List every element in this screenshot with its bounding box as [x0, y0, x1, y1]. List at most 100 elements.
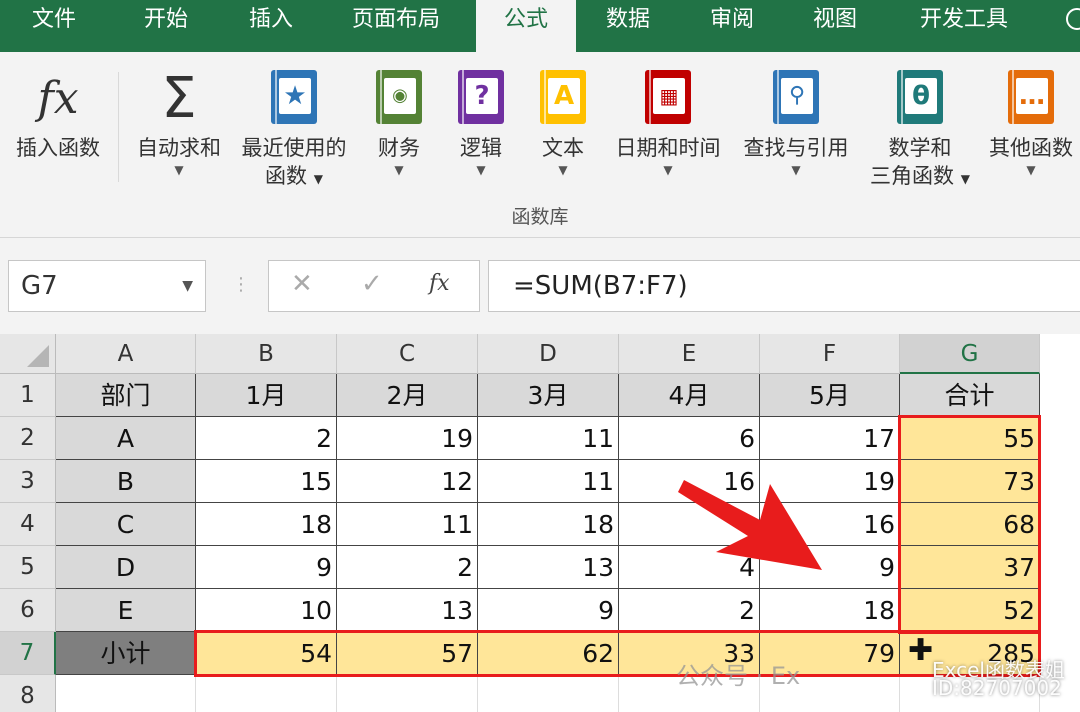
insert-function-button[interactable]: fx 插入函数 [8, 64, 108, 162]
row-header-5[interactable]: 5 [0, 546, 56, 589]
cell-f1[interactable]: 5月 [760, 374, 900, 417]
cell-b2[interactable]: 2 [196, 417, 337, 460]
cell-a4[interactable]: C [56, 503, 196, 546]
autosum-button[interactable]: Σ 自动求和 ▼ [128, 64, 230, 178]
column-header-b[interactable]: B [196, 334, 337, 374]
cell-g4[interactable]: 68 [900, 503, 1040, 546]
cell-d6[interactable]: 9 [478, 589, 619, 632]
cell-f6[interactable]: 18 [760, 589, 900, 632]
drag-handle-icon[interactable]: ⋮ [232, 274, 250, 295]
cell-c1[interactable]: 2月 [337, 374, 478, 417]
cell-d7[interactable]: 62 [478, 632, 619, 675]
lookup-reference-button[interactable]: ⚲ 查找与引用 ▼ [736, 64, 856, 178]
recently-used-button[interactable]: ★ 最近使用的 函数 ▼ [234, 64, 354, 193]
enter-icon[interactable]: ✓ [361, 269, 383, 299]
cell-a3[interactable]: B [56, 460, 196, 503]
cell-d2[interactable]: 11 [478, 417, 619, 460]
cell-g5[interactable]: 37 [900, 546, 1040, 589]
tab-developer[interactable]: 开发工具 [886, 0, 1042, 52]
row-header-8[interactable]: 8 [0, 675, 56, 712]
cell-d5[interactable]: 13 [478, 546, 619, 589]
cell-f4[interactable]: 16 [760, 503, 900, 546]
cell-a8[interactable] [56, 675, 196, 712]
row-header-3[interactable]: 3 [0, 460, 56, 503]
cell-e1[interactable]: 4月 [619, 374, 760, 417]
row-header-7[interactable]: 7 [0, 632, 56, 675]
date-time-button[interactable]: ▦ 日期和时间 ▼ [608, 64, 728, 178]
question-book-icon: ? [458, 70, 504, 124]
text-button[interactable]: A 文本 ▼ [532, 64, 594, 178]
cell-c7[interactable]: 57 [337, 632, 478, 675]
cell-c6[interactable]: 13 [337, 589, 478, 632]
financial-button[interactable]: ◉ 财务 ▼ [368, 64, 430, 178]
fx-icon: fx [37, 73, 79, 124]
cell-d3[interactable]: 11 [478, 460, 619, 503]
tab-home[interactable]: 开始 [108, 0, 224, 52]
select-all-corner[interactable] [0, 334, 56, 374]
worksheet-grid[interactable]: A B C D E F G 1 2 3 4 5 6 7 8 部门 1月 2月 3月 4月 5月 合计 A 2 19 11 6 17 55… [0, 334, 1080, 712]
cell-b4[interactable]: 18 [196, 503, 337, 546]
cell-a6[interactable]: E [56, 589, 196, 632]
cell-c2[interactable]: 19 [337, 417, 478, 460]
cell-f5[interactable]: 9 [760, 546, 900, 589]
cell-b1[interactable]: 1月 [196, 374, 337, 417]
fill-cursor-icon: ✚ [908, 633, 934, 668]
cell-d8[interactable] [478, 675, 619, 712]
cell-d4[interactable]: 18 [478, 503, 619, 546]
column-header-f[interactable]: F [760, 334, 900, 374]
chevron-down-icon[interactable]: ▼ [182, 261, 193, 311]
cell-e5[interactable]: 4 [619, 546, 760, 589]
cell-a1[interactable]: 部门 [56, 374, 196, 417]
cell-a5[interactable]: D [56, 546, 196, 589]
column-header-d[interactable]: D [478, 334, 619, 374]
formula-input[interactable]: =SUM(B7:F7) [488, 260, 1080, 312]
column-header-a[interactable]: A [56, 334, 196, 374]
column-header-c[interactable]: C [337, 334, 478, 374]
cell-g3[interactable]: 73 [900, 460, 1040, 503]
cell-e3[interactable]: 16 [619, 460, 760, 503]
insert-function-icon[interactable]: fx [429, 271, 450, 296]
tab-formulas[interactable]: 公式 [476, 0, 576, 52]
cell-b6[interactable]: 10 [196, 589, 337, 632]
row-header-2[interactable]: 2 [0, 417, 56, 460]
more-functions-button[interactable]: … 其他函数 ▼ [984, 64, 1078, 178]
tab-data[interactable]: 数据 [576, 0, 680, 52]
cell-c4[interactable]: 11 [337, 503, 478, 546]
cell-c8[interactable] [337, 675, 478, 712]
row-header-4[interactable]: 4 [0, 503, 56, 546]
row-header-6[interactable]: 6 [0, 589, 56, 632]
cell-a2[interactable]: A [56, 417, 196, 460]
tab-review[interactable]: 审阅 [680, 0, 784, 52]
more-functions-label: 其他函数 [989, 136, 1073, 160]
cell-b8[interactable] [196, 675, 337, 712]
cell-g6[interactable]: 52 [900, 589, 1040, 632]
cell-f2[interactable]: 17 [760, 417, 900, 460]
cell-b7[interactable]: 54 [196, 632, 337, 675]
math-trig-button[interactable]: θ 数学和 三角函数 ▼ [862, 64, 978, 193]
cell-f3[interactable]: 19 [760, 460, 900, 503]
cell-g1[interactable]: 合计 [900, 374, 1040, 417]
tab-file[interactable]: 文件 [0, 0, 108, 52]
tab-view[interactable]: 视图 [784, 0, 886, 52]
tell-me-icon[interactable] [1066, 8, 1080, 30]
cell-g2[interactable]: 55 [900, 417, 1040, 460]
tab-insert[interactable]: 插入 [224, 0, 318, 52]
row-header-1[interactable]: 1 [0, 374, 56, 417]
cell-c3[interactable]: 12 [337, 460, 478, 503]
name-box[interactable]: G7 ▼ [8, 260, 206, 312]
column-header-e[interactable]: E [619, 334, 760, 374]
cell-d1[interactable]: 3月 [478, 374, 619, 417]
cancel-icon[interactable]: ✕ [291, 269, 313, 299]
math-trig-label-2: 三角函数 ▼ [870, 164, 970, 188]
cell-e2[interactable]: 6 [619, 417, 760, 460]
cell-e6[interactable]: 2 [619, 589, 760, 632]
tab-page-layout[interactable]: 页面布局 [318, 0, 474, 52]
cell-b5[interactable]: 9 [196, 546, 337, 589]
cell-e4[interactable] [619, 503, 760, 546]
cell-c5[interactable]: 2 [337, 546, 478, 589]
logical-button[interactable]: ? 逻辑 ▼ [450, 64, 512, 178]
financial-label: 财务 [378, 136, 420, 160]
column-header-g[interactable]: G [900, 334, 1040, 374]
cell-a7[interactable]: 小计 [56, 632, 196, 675]
cell-b3[interactable]: 15 [196, 460, 337, 503]
